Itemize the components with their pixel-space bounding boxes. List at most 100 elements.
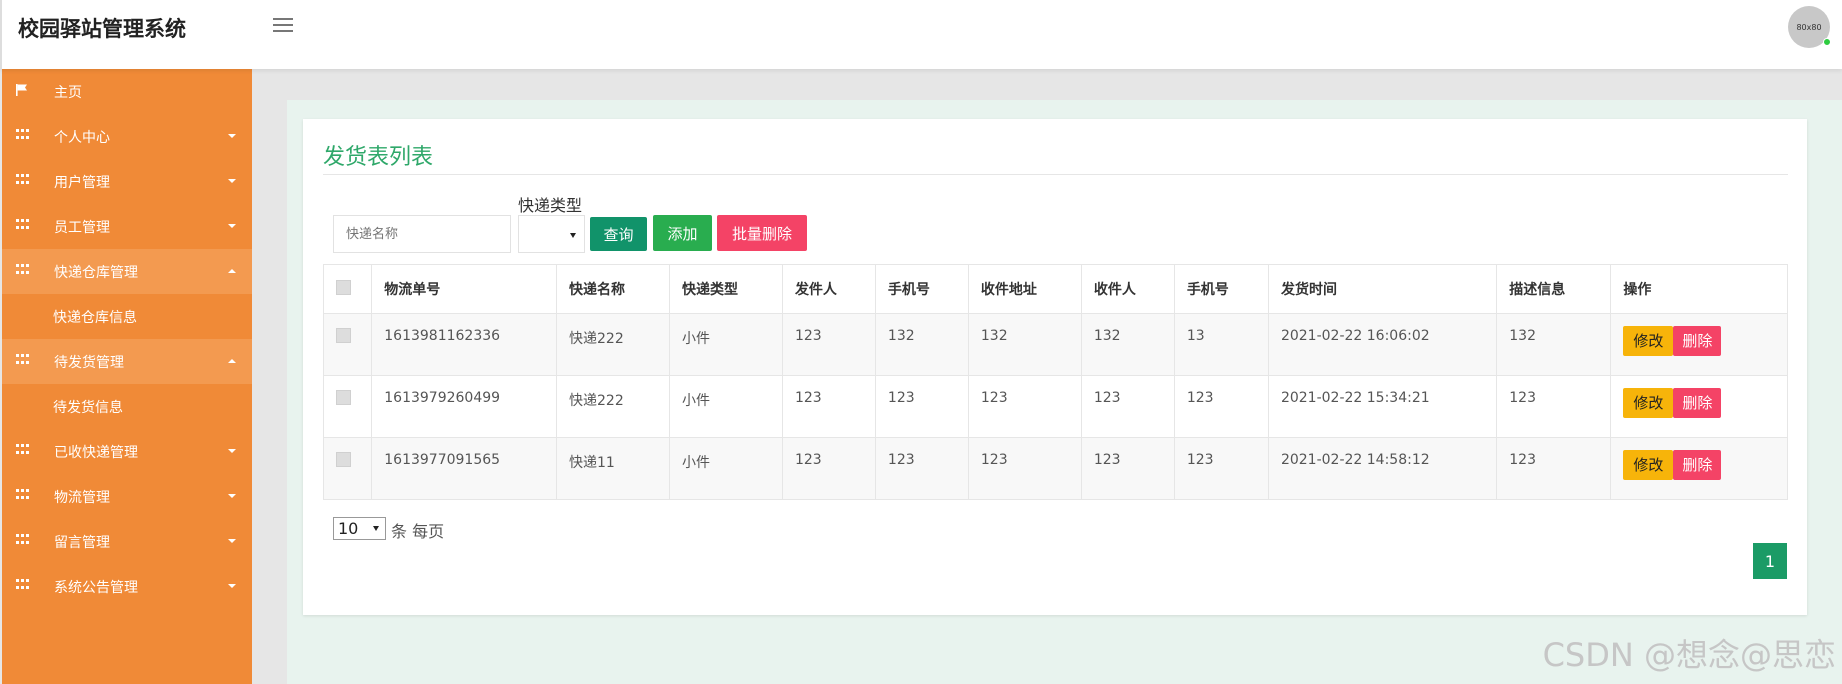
delete-button[interactable]: 删除 — [1673, 326, 1722, 356]
table-cell: 123 — [874, 437, 969, 500]
sidebar-item[interactable]: 物流管理 — [2, 474, 252, 519]
shipment-table: 物流单号 快递名称 快递类型 发件人 手机号 收件地址 收件人 手机号 发货时间… — [322, 264, 1788, 500]
actions-cell: 修改 删除 — [1610, 375, 1788, 438]
table-cell: 123 — [967, 437, 1082, 500]
grid-icon — [16, 354, 30, 366]
table-cell: 123 — [1496, 375, 1612, 438]
page-number-button[interactable]: 1 — [1753, 543, 1787, 579]
sidebar-item[interactable]: 系统公告管理 — [2, 564, 252, 609]
sidebar-subitem[interactable]: 待发货信息 — [2, 384, 252, 429]
sidebar-item[interactable]: 已收快递管理 — [2, 429, 252, 474]
sidebar-item[interactable]: 员工管理 — [2, 204, 252, 249]
table-cell: 132 — [1080, 313, 1175, 376]
table-cell: 小件 — [668, 437, 783, 500]
sidebar-item[interactable]: 待发货管理 — [2, 339, 252, 384]
sidebar-item-label: 主页 — [54, 84, 82, 101]
edit-button[interactable]: 修改 — [1623, 326, 1674, 356]
table-cell: 2021-02-22 16:06:02 — [1267, 313, 1498, 376]
avatar[interactable]: 80x80 — [1788, 6, 1831, 48]
page-title: 发货表列表 — [323, 145, 434, 170]
title-divider — [323, 174, 1788, 175]
grid-icon — [16, 444, 30, 456]
header-cell: 手机号 — [1173, 264, 1269, 314]
sidebar-item-label: 物流管理 — [54, 489, 110, 506]
table-cell: 快递222 — [556, 375, 670, 438]
avatar-text: 80x80 — [1796, 22, 1822, 32]
sidebar-item-label: 用户管理 — [54, 174, 110, 191]
list-card: 发货表列表 快递类型 查询 添加 批量删除 物流单号 快递名称 快递类型 发件人… — [303, 119, 1807, 615]
row-checkbox[interactable] — [336, 390, 351, 405]
select-all-checkbox[interactable] — [336, 279, 351, 295]
caret-down-icon — [228, 539, 236, 543]
delete-button[interactable]: 删除 — [1673, 388, 1722, 418]
caret-down-icon — [228, 584, 236, 588]
batch-delete-button[interactable]: 批量删除 — [717, 215, 807, 251]
type-filter-label: 快递类型 — [518, 196, 583, 215]
select-all-cell — [322, 264, 373, 314]
caret-down-icon — [228, 494, 236, 498]
caret-down-icon — [228, 134, 236, 138]
table-row: 1613979260499 快递222 小件 123 123 123 123 123 2021-… — [322, 375, 1788, 438]
table-cell: 132 — [1496, 313, 1612, 376]
table-cell: 1613979260499 — [371, 375, 557, 438]
sidebar-item[interactable]: 主页 — [2, 69, 252, 114]
header-cell: 快递类型 — [668, 264, 783, 314]
table-cell: 123 — [1173, 375, 1269, 438]
table-cell: 123 — [1080, 375, 1175, 438]
header-cell: 操作 — [1610, 264, 1788, 314]
row-select-cell — [322, 437, 373, 500]
sidebar-subitem[interactable]: 快递仓库信息 — [2, 294, 252, 339]
actions-cell: 修改 删除 — [1610, 313, 1788, 376]
table-cell: 132 — [874, 313, 969, 376]
edit-button[interactable]: 修改 — [1623, 450, 1674, 480]
top-bar: 校园驿站管理系统 80x80 — [0, 0, 1842, 69]
type-select[interactable] — [518, 215, 585, 253]
table-cell: 1613977091565 — [371, 437, 557, 500]
table-cell: 123 — [967, 375, 1082, 438]
sidebar-item[interactable]: 用户管理 — [2, 159, 252, 204]
table-cell: 123 — [874, 375, 969, 438]
header-cell: 快递名称 — [556, 264, 670, 314]
sidebar-item[interactable]: 留言管理 — [2, 519, 252, 564]
table-cell: 123 — [781, 375, 876, 438]
page-size-label: 条 每页 — [391, 522, 445, 541]
table-cell: 123 — [781, 437, 876, 500]
row-checkbox[interactable] — [336, 328, 351, 343]
table-header-row: 物流单号 快递名称 快递类型 发件人 手机号 收件地址 收件人 手机号 发货时间… — [322, 264, 1788, 314]
table-cell: 13 — [1173, 313, 1269, 376]
page-size-select[interactable]: 10 — [333, 517, 386, 540]
sidebar-item-label: 留言管理 — [54, 534, 110, 551]
sidebar-item-label: 快递仓库管理 — [54, 264, 138, 281]
table-cell: 132 — [967, 313, 1082, 376]
search-input[interactable] — [333, 215, 511, 253]
header-cell: 收件地址 — [967, 264, 1082, 314]
sidebar-item[interactable]: 个人中心 — [2, 114, 252, 159]
table-cell: 2021-02-22 15:34:21 — [1267, 375, 1498, 438]
query-button[interactable]: 查询 — [590, 217, 647, 251]
table-cell: 123 — [781, 313, 876, 376]
delete-button[interactable]: 删除 — [1673, 450, 1722, 480]
sidebar-item[interactable]: 快递仓库管理 — [2, 249, 252, 294]
flag-icon — [16, 84, 30, 96]
dropdown-arrow-icon — [373, 526, 379, 531]
grid-icon — [16, 129, 30, 141]
page-size-value: 10 — [338, 519, 359, 538]
watermark: CSDN @想念@思恋 — [1542, 636, 1836, 674]
sidebar-item-label: 个人中心 — [54, 129, 110, 146]
header-cell: 物流单号 — [371, 264, 557, 314]
row-checkbox[interactable] — [336, 452, 351, 467]
caret-up-icon — [228, 269, 236, 273]
edit-button[interactable]: 修改 — [1623, 388, 1674, 418]
table-cell: 123 — [1080, 437, 1175, 500]
table-cell: 1613981162336 — [371, 313, 557, 376]
grid-icon — [16, 489, 30, 501]
table-cell: 快递11 — [556, 437, 670, 500]
menu-toggle-icon[interactable] — [273, 18, 293, 34]
table-cell: 2021-02-22 14:58:12 — [1267, 437, 1498, 500]
header-cell: 手机号 — [874, 264, 969, 314]
header-cell: 描述信息 — [1496, 264, 1612, 314]
table-row: 1613977091565 快递11 小件 123 123 123 123 123 2021-0… — [322, 437, 1788, 500]
online-status-dot — [1823, 38, 1831, 46]
add-button[interactable]: 添加 — [653, 215, 712, 251]
table-cell: 小件 — [668, 375, 783, 438]
